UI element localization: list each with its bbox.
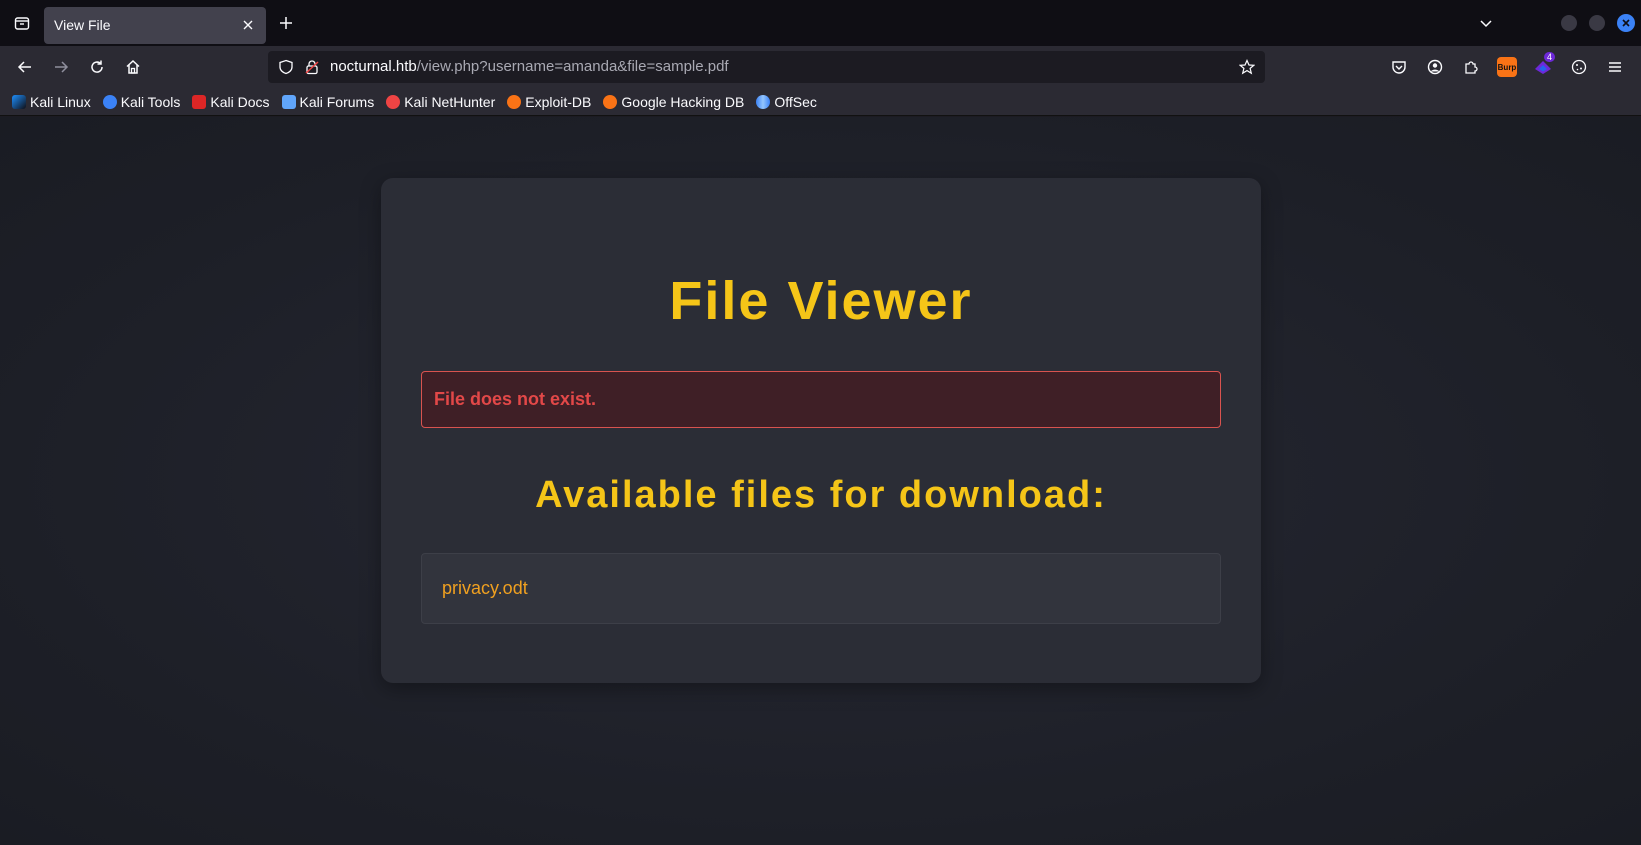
new-tab-button[interactable]	[266, 0, 306, 46]
files-heading: Available files for download:	[535, 474, 1107, 516]
minimize-button[interactable]	[1561, 15, 1577, 31]
forward-button[interactable]	[44, 51, 78, 83]
home-button[interactable]	[116, 51, 150, 83]
tab-close-icon[interactable]	[240, 17, 256, 33]
cookie-icon	[1571, 59, 1587, 75]
tab-title: View File	[54, 17, 111, 33]
bookmark-exploit-db[interactable]: Exploit-DB	[507, 94, 591, 110]
tab-list-icon	[14, 17, 30, 30]
reload-button[interactable]	[80, 51, 114, 83]
kali-forums-icon	[281, 94, 296, 109]
bookmarks-toolbar: Kali Linux Kali Tools Kali Docs Kali For…	[0, 88, 1641, 116]
exploit-db-icon	[507, 94, 522, 109]
kali-dragon-icon	[12, 94, 26, 109]
bookmark-offsec[interactable]: OffSec	[756, 94, 817, 110]
extension-badge: 4	[1543, 52, 1555, 62]
bookmark-google-hacking-db[interactable]: Google Hacking DB	[603, 94, 744, 110]
plus-icon	[280, 17, 292, 29]
shield-icon[interactable]	[278, 59, 294, 75]
url-text[interactable]: nocturnal.htb/view.php?username=amanda&f…	[330, 58, 1239, 76]
file-list: privacy.odt	[421, 553, 1221, 624]
burp-icon: Burp	[1497, 57, 1517, 77]
page-title: File Viewer	[669, 271, 973, 331]
arrow-right-icon	[55, 61, 69, 73]
window-close-button[interactable]	[1617, 14, 1635, 32]
account-icon	[1427, 59, 1443, 75]
error-message: File does not exist.	[421, 371, 1221, 428]
hamburger-menu-icon	[1609, 62, 1621, 72]
url-bar[interactable]: nocturnal.htb/view.php?username=amanda&f…	[268, 51, 1265, 83]
offsec-icon	[756, 94, 771, 109]
bookmark-kali-docs[interactable]: Kali Docs	[192, 94, 270, 110]
puzzle-icon	[1465, 61, 1478, 74]
tab-list-button[interactable]	[0, 0, 44, 46]
bookmark-kali-linux[interactable]: Kali Linux	[12, 94, 91, 110]
title-bar: View File	[0, 0, 1641, 46]
kali-tools-icon	[102, 94, 117, 109]
navigation-bar: nocturnal.htb/view.php?username=amanda&f…	[0, 46, 1641, 88]
bookmark-kali-tools[interactable]: Kali Tools	[102, 94, 180, 110]
kali-nethunter-icon	[386, 94, 401, 109]
account-button[interactable]	[1417, 51, 1453, 83]
maximize-button[interactable]	[1589, 15, 1605, 31]
url-host: nocturnal.htb	[330, 58, 417, 75]
page-viewport: File Viewer File does not exist. Availab…	[0, 117, 1641, 845]
reload-icon	[91, 60, 103, 73]
pocket-button[interactable]	[1381, 51, 1417, 83]
burp-extension-button[interactable]: Burp	[1489, 51, 1525, 83]
close-icon	[1622, 19, 1630, 27]
file-link[interactable]: privacy.odt	[442, 578, 528, 599]
bookmark-kali-forums[interactable]: Kali Forums	[281, 94, 374, 110]
arrow-left-icon	[17, 61, 31, 73]
google-hacking-db-icon	[603, 94, 618, 109]
kali-docs-icon	[192, 94, 207, 109]
app-menu-button[interactable]	[1597, 51, 1633, 83]
chevron-down-icon	[1480, 20, 1492, 28]
insecure-lock-icon[interactable]	[304, 59, 320, 75]
active-tab[interactable]: View File	[44, 6, 266, 44]
back-button[interactable]	[8, 51, 42, 83]
bookmark-kali-nethunter[interactable]: Kali NetHunter	[386, 94, 495, 110]
foxyproxy-extension-button[interactable]: 4	[1525, 51, 1561, 83]
file-viewer-card: File Viewer File does not exist. Availab…	[381, 178, 1261, 683]
pocket-icon	[1392, 61, 1406, 74]
bookmark-star-icon[interactable]	[1239, 59, 1255, 75]
url-path: /view.php?username=amanda&file=sample.pd…	[416, 58, 729, 75]
home-icon	[126, 59, 140, 74]
list-all-tabs-button[interactable]	[1471, 8, 1501, 38]
extensions-button[interactable]	[1453, 51, 1489, 83]
cookie-extension-button[interactable]	[1561, 51, 1597, 83]
